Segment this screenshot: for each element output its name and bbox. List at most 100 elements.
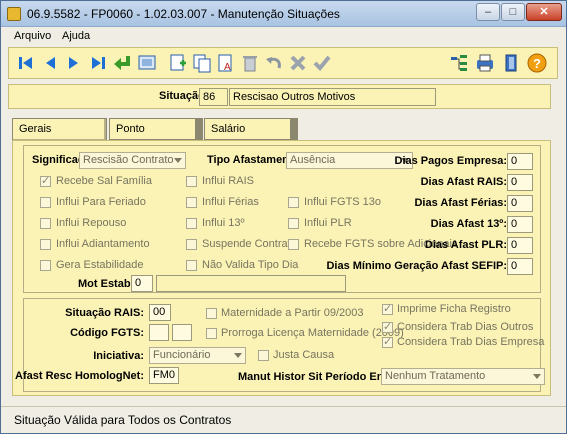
tab-gerais-label: Gerais [19,123,52,135]
manut-histor-label: Manut Histor Sit Período Encer: [238,371,404,383]
app-window: 06.9.5582 - FP0060 - 1.02.03.007 - Manut… [0,0,567,434]
influi-adiantamento-label: Influi Adiantamento [56,238,150,250]
situacao-rais-label: Situação RAIS: [65,307,144,319]
mot-estab-description-field[interactable] [156,275,346,292]
toolbar: A ? [8,47,558,79]
confirm-icon[interactable] [311,52,333,74]
influi-para-feriado-checkbox[interactable] [40,197,51,208]
svg-text:?: ? [533,56,541,71]
recebe-sal-familia-label: Recebe Sal Família [56,175,152,187]
influi-13-checkbox[interactable] [186,218,197,229]
recebe-fgts-adicionais-checkbox[interactable] [288,239,299,250]
minimize-button[interactable]: – [476,3,500,21]
edit-icon[interactable]: A [215,52,237,74]
influi-rais-checkbox[interactable] [186,176,197,187]
nao-valida-tipo-dia-checkbox[interactable] [186,260,197,271]
search-icon[interactable] [136,52,158,74]
considera-trab-outros-checkbox[interactable] [382,320,393,333]
iniciativa-select[interactable]: Funcionário [149,347,246,364]
dias-afast-rais-label: Dias Afast RAIS: [420,176,507,188]
maternidade-label: Maternidade a Partir 09/2003 [221,307,364,319]
codigo-fgts-field-2[interactable] [172,324,192,341]
situacao-bar: Situação: 86 Rescisao Outros Motivos [8,84,551,109]
previous-icon[interactable] [39,52,61,74]
dias-afast-plr-label: Dias Afast PLR: [424,239,507,251]
delete-icon[interactable] [239,52,261,74]
first-icon[interactable] [15,52,37,74]
title-bar: 06.9.5582 - FP0060 - 1.02.03.007 - Manut… [1,1,566,27]
codigo-fgts-label: Código FGTS: [70,327,144,339]
manut-histor-value: Nenhum Tratamento [385,370,486,382]
tab-corner [290,118,298,141]
maternidade-checkbox[interactable] [206,308,217,319]
status-text: Situação Válida para Todos os Contratos [14,413,232,427]
recebe-sal-familia-checkbox[interactable] [40,174,51,187]
considera-trab-empresa-checkbox[interactable] [382,335,393,348]
status-bar: Situação Válida para Todos os Contratos [1,406,566,433]
dias-afast-ferias-field[interactable]: 0 [507,195,533,212]
dias-afast-13-field[interactable]: 0 [507,216,533,233]
codigo-fgts-field-1[interactable] [149,324,169,341]
prorroga-licenca-checkbox[interactable] [206,328,217,339]
influi-plr-label: Influi PLR [304,217,352,229]
tab-salario-label: Salário [211,123,246,135]
enter-icon[interactable] [111,52,133,74]
mot-estab-code-field[interactable]: 0 [131,275,153,292]
prorroga-licenca-label: Prorroga Licença Maternidade (2009) [221,327,404,339]
lower-group: Situação RAIS: 00 Código FGTS: Iniciativ… [15,298,545,392]
influi-adiantamento-checkbox[interactable] [40,239,51,250]
undo-icon[interactable] [263,52,285,74]
manut-histor-select[interactable]: Nenhum Tratamento [381,368,545,385]
tree-icon[interactable] [448,52,470,74]
close-button[interactable]: ✕ [526,3,562,21]
considera-trab-empresa-label: Considera Trab Dias Empresa [397,336,545,348]
dias-minimo-sefip-field[interactable]: 0 [507,258,533,275]
influi-ferias-label: Influi Férias [202,196,259,208]
flags-group: Significado: Rescisão Contrato Tipo Afas… [23,145,541,293]
dias-afast-rais-field[interactable]: 0 [507,174,533,191]
situacao-description-field[interactable]: Rescisao Outros Motivos [229,88,436,106]
influi-rais-label: Influi RAIS [202,175,254,187]
justa-causa-label: Justa Causa [273,349,335,361]
gerais-panel: Significado: Rescisão Contrato Tipo Afas… [12,140,551,396]
next-icon[interactable] [63,52,85,74]
afast-resc-field[interactable]: FM0 [149,367,179,384]
last-icon[interactable] [87,52,109,74]
suspende-contrato-checkbox[interactable] [186,239,197,250]
imprime-ficha-checkbox[interactable] [382,302,393,315]
dias-afast-plr-field[interactable]: 0 [507,237,533,254]
svg-text:A: A [224,62,231,73]
influi-repouso-checkbox[interactable] [40,218,51,229]
situacao-code-field[interactable]: 86 [199,88,228,106]
help-icon[interactable]: ? [526,52,548,74]
tab-salario[interactable]: Salário [204,118,298,141]
gera-estabilidade-checkbox[interactable] [40,260,51,271]
tab-ponto[interactable]: Ponto [109,118,203,141]
dias-afast-13-label: Dias Afast 13º: [430,218,507,230]
menu-bar: Arquivo Ajuda [1,28,566,46]
dias-pagos-empresa-label: Dias Pagos Empresa: [394,155,508,167]
situacao-rais-field[interactable]: 00 [149,304,171,321]
significado-select[interactable]: Rescisão Contrato [79,152,186,169]
app-icon [7,7,21,21]
influi-fgts-13o-checkbox[interactable] [288,197,299,208]
dias-pagos-empresa-field[interactable]: 0 [507,153,533,170]
menu-ajuda[interactable]: Ajuda [62,30,90,42]
menu-arquivo[interactable]: Arquivo [14,30,51,42]
print-icon[interactable] [474,52,496,74]
copy-icon[interactable] [191,52,213,74]
suspende-contrato-label: Suspende Contrato [202,238,297,250]
new-icon[interactable] [167,52,189,74]
influi-ferias-checkbox[interactable] [186,197,197,208]
influi-fgts-13o-label: Influi FGTS 13o [304,196,382,208]
cancel-icon[interactable] [287,52,309,74]
justa-causa-checkbox[interactable] [258,350,269,361]
mot-estab-label: Mot Estab: [78,278,135,290]
influi-plr-checkbox[interactable] [288,218,299,229]
maximize-button[interactable]: □ [501,3,525,21]
tab-ponto-label: Ponto [116,123,145,135]
window-title: 06.9.5582 - FP0060 - 1.02.03.007 - Manut… [27,7,340,21]
influi-para-feriado-label: Influi Para Feriado [56,196,146,208]
tab-gerais[interactable]: Gerais [12,118,107,141]
exit-icon[interactable] [500,52,522,74]
